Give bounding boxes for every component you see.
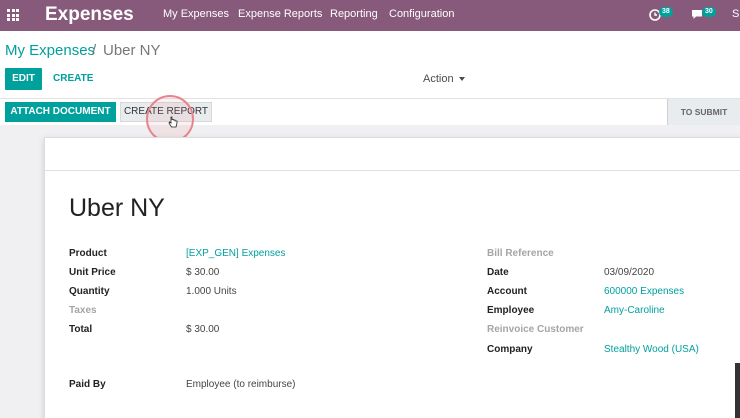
bill-reference-label: Bill Reference (487, 248, 554, 259)
company-value[interactable]: Stealthy Wood (USA) (604, 344, 699, 355)
product-value[interactable]: [EXP_GEN] Expenses (186, 248, 286, 259)
sheet-header (45, 138, 740, 171)
hand-cursor-icon (168, 116, 178, 128)
status-bar: ATTACH DOCUMENT CREATE REPORT TO SUBMIT (0, 98, 740, 125)
total-label: Total (69, 324, 93, 335)
account-label: Account (487, 286, 527, 297)
breadcrumb-current: Uber NY (103, 42, 161, 59)
user-menu[interactable]: S (732, 8, 739, 20)
quantity-label: Quantity (69, 286, 110, 297)
attach-document-button[interactable]: ATTACH DOCUMENT (5, 102, 116, 122)
apps-menu-icon[interactable] (7, 9, 19, 21)
company-label: Company (487, 344, 533, 355)
edit-button[interactable]: EDIT (5, 68, 42, 90)
caret-down-icon (458, 77, 465, 82)
stage-to-submit[interactable]: TO SUBMIT (667, 99, 740, 125)
date-value: 03/09/2020 (604, 267, 655, 278)
control-panel: My Expenses / Uber NY EDIT CREATE Action… (0, 31, 740, 125)
breadcrumb-my-expenses[interactable]: My Expenses (5, 42, 95, 59)
employee-label: Employee (487, 305, 535, 316)
scrollbar-edge[interactable] (735, 363, 740, 418)
menu-reporting[interactable]: Reporting (330, 8, 378, 20)
product-label: Product (69, 248, 107, 259)
reinvoice-customer-label: Reinvoice Customer (487, 324, 584, 335)
expense-title: Uber NY (69, 194, 165, 222)
unit-price-value: $ 30.00 (186, 267, 220, 278)
app-title[interactable]: Expenses (45, 4, 134, 26)
account-value[interactable]: 600000 Expenses (604, 286, 684, 297)
create-button[interactable]: CREATE (53, 73, 93, 84)
menu-expense-reports[interactable]: Expense Reports (238, 8, 322, 20)
menu-configuration[interactable]: Configuration (389, 8, 454, 20)
unit-price-label: Unit Price (69, 267, 116, 278)
paid-by-value: Employee (to reimburse) (186, 379, 296, 390)
date-label: Date (487, 267, 509, 278)
paid-by-label: Paid By (69, 379, 106, 390)
taxes-label: Taxes (69, 305, 97, 316)
expense-form-sheet: Uber NY Product [EXP_GEN] Expenses Unit … (44, 137, 740, 418)
activity-badge: 38 (659, 7, 673, 17)
action-label: Action (423, 73, 454, 85)
quantity-value: 1.000 Units (186, 286, 237, 297)
messages-badge: 30 (702, 7, 716, 17)
total-value: $ 30.00 (186, 324, 220, 335)
employee-value[interactable]: Amy-Caroline (604, 305, 665, 316)
menu-my-expenses[interactable]: My Expenses (163, 8, 229, 20)
breadcrumb-separator: / (92, 42, 97, 59)
action-dropdown[interactable]: Action (423, 73, 465, 85)
top-navbar: Expenses My Expenses Expense Reports Rep… (0, 0, 740, 31)
